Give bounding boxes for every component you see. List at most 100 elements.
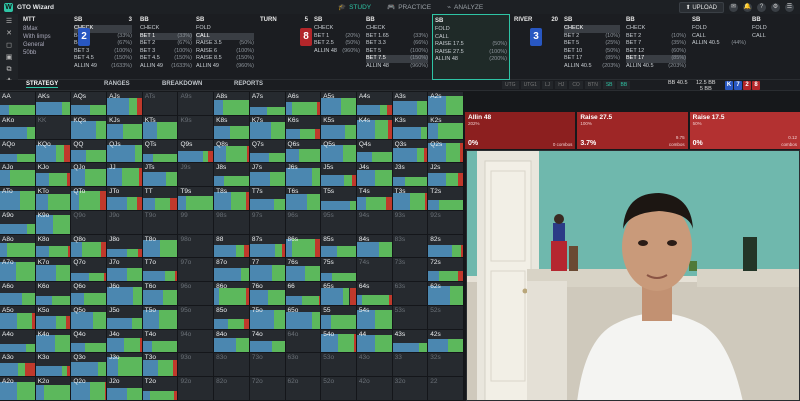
action-column-1[interactable]: SB3CHECKBET 1(33%)BET 2(67%)BET 3(100%)B…	[72, 14, 134, 80]
action-option[interactable]: CALL	[752, 33, 796, 41]
action-option[interactable]: ALLIN 48 (200%)	[435, 56, 507, 64]
position-utg[interactable]: UTG	[502, 81, 519, 89]
hand-cell[interactable]: Q4s	[356, 139, 393, 164]
hand-cell[interactable]: T7o	[142, 258, 179, 283]
hand-cell[interactable]: J4o	[107, 329, 143, 354]
hand-cell[interactable]: K3o	[35, 353, 72, 378]
hand-cell[interactable]: 85s	[321, 234, 357, 259]
hand-cell[interactable]: Q2s	[428, 139, 464, 164]
hand-cell[interactable]: K4s	[356, 115, 393, 140]
close-icon[interactable]: ✕	[5, 29, 14, 38]
notifications-icon[interactable]: ✉	[729, 3, 738, 12]
hand-cell[interactable]: 33	[392, 353, 429, 378]
action-option[interactable]: BET 3 (100%)	[140, 48, 192, 56]
action-option[interactable]: FOLD	[752, 25, 796, 33]
hand-cell[interactable]: 86s	[285, 234, 322, 259]
hand-cell[interactable]: A9o	[0, 210, 36, 235]
tab-strategy[interactable]: STRATEGY	[26, 81, 59, 88]
hand-cell[interactable]: J2o	[107, 377, 143, 401]
hand-cell[interactable]: K6s	[285, 115, 322, 140]
hand-cell[interactable]: 88	[214, 234, 250, 259]
hand-cell[interactable]: T3s	[392, 187, 429, 211]
tab-analyze[interactable]: ⌁ ANALYZE	[439, 0, 491, 14]
position-co[interactable]: CO	[569, 81, 583, 89]
hand-cell[interactable]: 66	[285, 282, 322, 306]
hand-cell[interactable]: 86o	[214, 282, 250, 306]
hand-cell[interactable]: AKo	[0, 115, 36, 140]
action-option[interactable]: BET 17 (85%)	[626, 55, 686, 63]
hand-cell[interactable]: J6s	[285, 163, 322, 188]
hand-cell[interactable]: 72s	[428, 258, 464, 283]
tab-practice[interactable]: 🎮 PRACTICE	[379, 0, 439, 14]
hand-cell[interactable]: QTs	[142, 139, 179, 164]
upload-button[interactable]: ⬆ UPLOAD	[678, 2, 724, 13]
hand-cell[interactable]: Q9s	[178, 139, 215, 164]
hand-cell[interactable]: Q5o	[71, 305, 108, 330]
action-column-10[interactable]: BB CHECK BET 2 (10%) BET 7 (35%) BET 12 (60%) BE…	[624, 14, 688, 80]
hand-cell[interactable]: 82s	[428, 234, 464, 259]
hand-cell[interactable]: Q8s	[214, 139, 250, 164]
hand-cell[interactable]: A8o	[0, 234, 36, 259]
hand-cell[interactable]: J6o	[107, 282, 143, 306]
hand-cell[interactable]: JTo	[107, 187, 143, 211]
hand-cell[interactable]: 92s	[428, 210, 464, 235]
action-option[interactable]: CHECK	[564, 25, 620, 33]
settings-icon[interactable]: ⚙	[771, 3, 780, 12]
hand-cell[interactable]: Q7o	[71, 258, 108, 283]
action-option[interactable]: RAISE 17.5 (50%)	[435, 41, 507, 49]
hand-cell[interactable]: T3o	[142, 353, 179, 378]
hand-cell[interactable]: A8s	[214, 92, 250, 116]
action-option[interactable]: RAISE 27.5 (100%)	[435, 49, 507, 57]
action-option[interactable]: BET 2.5 (50%)	[314, 40, 360, 48]
action-option[interactable]: ALLIN 48 (960%)	[366, 63, 428, 71]
hand-cell[interactable]: 65o	[285, 305, 322, 330]
hand-cell[interactable]: J7o	[107, 258, 143, 283]
hand-cell[interactable]: ATs	[142, 92, 179, 116]
hand-cell[interactable]: 74o	[249, 329, 286, 354]
hand-cell[interactable]: 55	[321, 305, 357, 330]
action-column-11[interactable]: SB FOLD CALL ALLIN 40.5 (44%)	[690, 14, 748, 80]
hand-cell[interactable]: 52o	[321, 377, 357, 401]
action-option[interactable]: ALLIN 40.5 (203%)	[564, 63, 620, 71]
hand-cell[interactable]: 84o	[214, 329, 250, 354]
hand-cell[interactable]: ATo	[0, 187, 36, 211]
hand-cell[interactable]: 98s	[214, 210, 250, 235]
action-option[interactable]: BET 7.5 (150%)	[366, 55, 428, 63]
hand-cell[interactable]: 53o	[321, 353, 357, 378]
hand-cell[interactable]: JTs	[142, 163, 179, 188]
action-column-7[interactable]: SB FOLD CALL RAISE 17.5 (50%) RAISE 27.5 (100%…	[432, 14, 510, 80]
hand-cell[interactable]: KJo	[35, 163, 72, 188]
hand-cell[interactable]: Q8o	[71, 234, 108, 259]
logo[interactable]: W GTO Wizard	[4, 2, 54, 12]
hand-cell[interactable]: J5o	[107, 305, 143, 330]
hand-cell[interactable]: 62o	[285, 377, 322, 401]
hand-cell[interactable]: 98o	[178, 234, 215, 259]
hand-cell[interactable]: J7s	[249, 163, 286, 188]
game-settings[interactable]: MTT 8Max With limps General 50bb	[20, 14, 68, 80]
hand-cell[interactable]: AA	[0, 92, 36, 116]
hand-cell[interactable]: 52s	[428, 305, 464, 330]
action-option[interactable]: CHECK	[366, 25, 428, 33]
hand-cell[interactable]: J3s	[392, 163, 429, 188]
hand-cell[interactable]: QTo	[71, 187, 108, 211]
hand-cell[interactable]: KK	[35, 115, 72, 140]
action-option[interactable]: BET 2 (10%)	[626, 33, 686, 41]
hand-cell[interactable]: Q7s	[249, 139, 286, 164]
hand-cell[interactable]: 54s	[356, 305, 393, 330]
hand-cell[interactable]: J9o	[107, 210, 143, 235]
action-option[interactable]: BET 12 (60%)	[626, 48, 686, 56]
action-option[interactable]: BET 2 (67%)	[140, 40, 192, 48]
hand-cell[interactable]: 65s	[321, 282, 357, 306]
hand-cell[interactable]: 95o	[178, 305, 215, 330]
hand-cell[interactable]: 85o	[214, 305, 250, 330]
action-option[interactable]: ALLIN 49 (1633%)	[140, 63, 192, 71]
hand-cell[interactable]: A3s	[392, 92, 429, 116]
hand-cell[interactable]: 96o	[178, 282, 215, 306]
hand-cell[interactable]: 94o	[178, 329, 215, 354]
action-option[interactable]: ALLIN 49 (960%)	[196, 63, 254, 71]
action-column-12[interactable]: BB FOLD CALL	[750, 14, 798, 80]
hand-cell[interactable]: QJs	[107, 139, 143, 164]
hand-cell[interactable]: K8o	[35, 234, 72, 259]
hand-cell[interactable]: 42s	[428, 329, 464, 354]
hand-cell[interactable]: T9o	[142, 210, 179, 235]
